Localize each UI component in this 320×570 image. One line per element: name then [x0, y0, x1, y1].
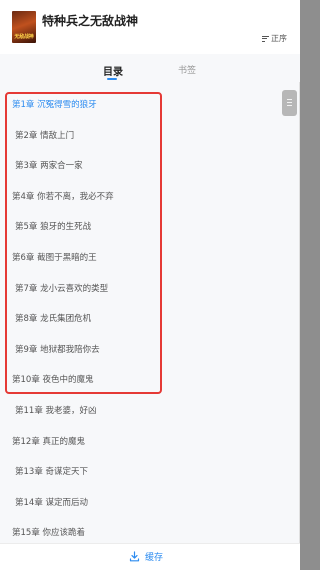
- tab-bookmarks[interactable]: 书签: [178, 63, 196, 76]
- sort-order-button[interactable]: 正序: [262, 33, 287, 44]
- sort-order-label: 正序: [271, 34, 287, 43]
- chapter-item[interactable]: 第7章 龙小云喜欢的类型: [0, 274, 300, 305]
- cache-label: 缓存: [145, 553, 164, 563]
- book-title: 特种兵之无敌战神: [42, 14, 139, 28]
- chapter-item[interactable]: 第10章 夜色中的魔鬼: [0, 365, 300, 396]
- tab-contents[interactable]: 目录: [103, 63, 123, 78]
- chapter-list: 第1章 沉冤得雪的狼牙 第2章 情敌上门 第3章 两家合一家 第4章 你若不离，…: [0, 90, 300, 549]
- chapter-item[interactable]: 第11章 我老婆，好凶: [0, 396, 300, 427]
- chapter-item[interactable]: 第3章 两家合一家: [0, 151, 300, 182]
- chapter-item[interactable]: 第5章 狼牙的生死战: [0, 212, 300, 243]
- scrollbar-thumb[interactable]: [282, 90, 297, 116]
- download-icon: [129, 551, 140, 562]
- dimmed-reader-overlay[interactable]: [300, 0, 320, 570]
- book-cover: 无敌战神: [12, 11, 36, 43]
- chapter-item[interactable]: 第8章 龙氏集团危机: [0, 304, 300, 335]
- book-cover-text: 无敌战神: [14, 34, 34, 40]
- active-tab-indicator: [107, 78, 117, 80]
- book-header: 无敌战神 特种兵之无敌战神 正序: [0, 0, 300, 54]
- chapter-item[interactable]: 第1章 沉冤得雪的狼牙: [0, 90, 300, 121]
- chapter-drawer: 无敌战神 特种兵之无敌战神 正序 目录 书签 第1章 沉冤得雪的狼牙 第2章 情…: [0, 0, 300, 570]
- tab-bar: 目录 书签: [0, 54, 300, 82]
- chapter-item[interactable]: 第2章 情敌上门: [0, 121, 300, 152]
- chapter-item[interactable]: 第6章 截图于黑暗的王: [0, 243, 300, 274]
- chapter-item[interactable]: 第9章 地狱都我陪你去: [0, 335, 300, 366]
- chapter-item[interactable]: 第14章 谋定而后动: [0, 488, 300, 519]
- chapter-item[interactable]: 第13章 奇谋定天下: [0, 457, 300, 488]
- chapter-item[interactable]: 第4章 你若不离，我必不弃: [0, 182, 300, 213]
- chapter-item[interactable]: 第12章 真正的魔鬼: [0, 427, 300, 458]
- cache-button[interactable]: 缓存: [129, 550, 163, 563]
- sort-icon: [262, 35, 269, 42]
- footer-bar: 缓存: [0, 543, 300, 570]
